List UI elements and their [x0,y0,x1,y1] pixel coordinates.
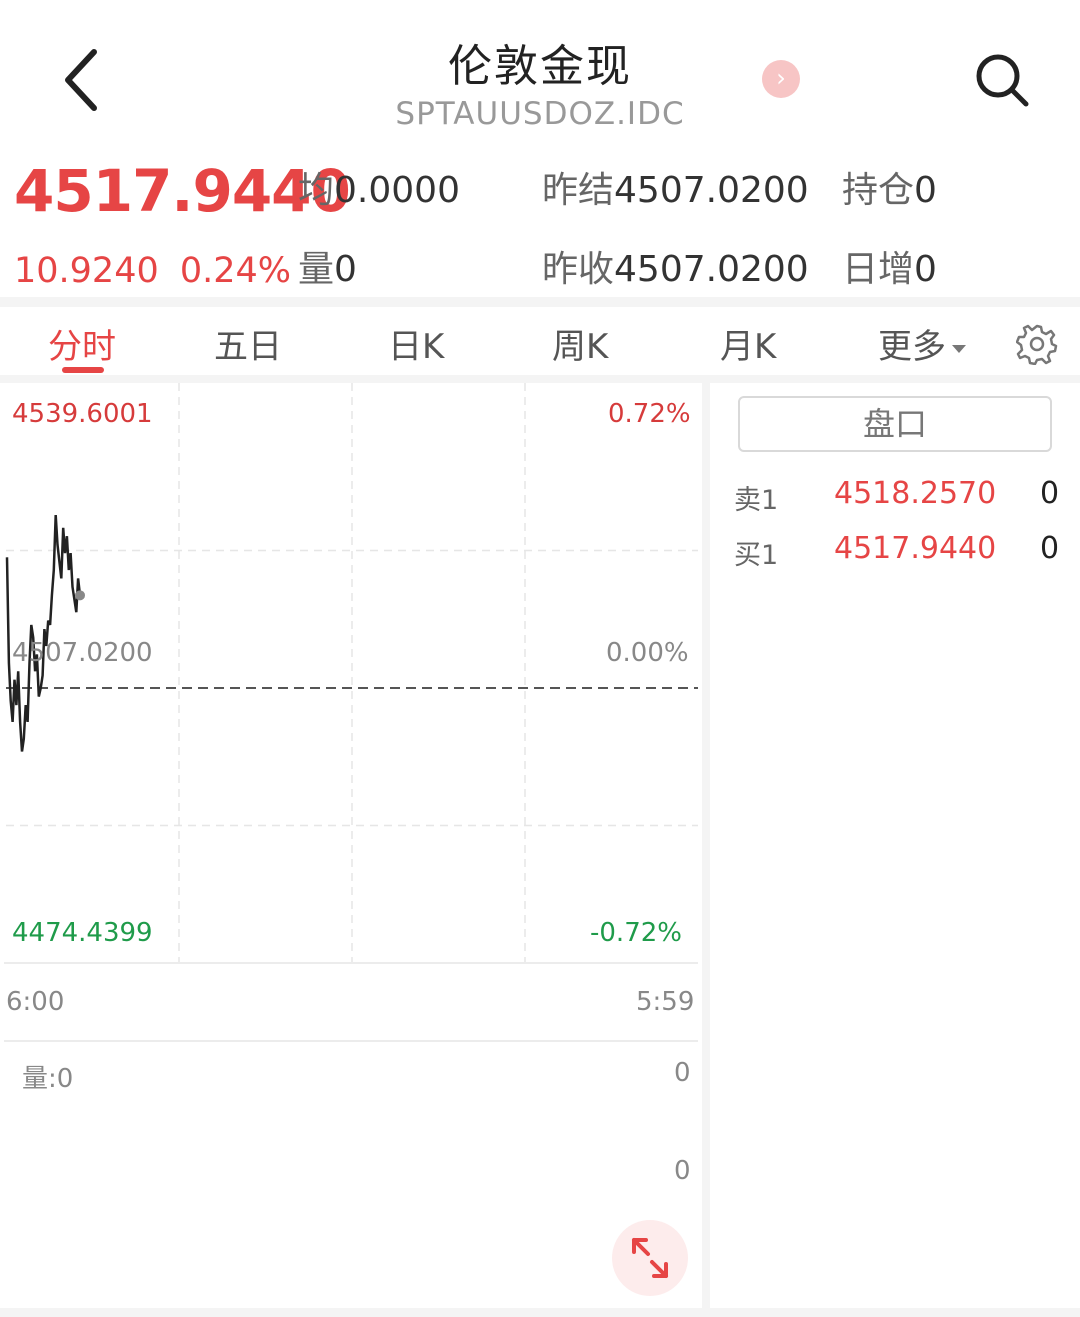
tab-daily-k[interactable]: 日K [388,319,444,368]
quote-summary: 4517.9440 10.9240 0.24% 均0.0000 量0 昨结450… [0,145,1080,297]
order-book-button[interactable]: 盘口 [738,396,1052,452]
top-nav-bar: 伦敦金现 SPTAUUSDOZ.IDC › [0,0,1080,145]
price-change: 10.9240 0.24% [14,251,291,291]
chart-settings-button[interactable] [1015,323,1058,366]
bid-1-price: 4517.9440 [834,531,997,566]
section-divider [0,297,1080,307]
change-value: 10.9240 [14,251,159,291]
ask-1-volume: 0 [1040,476,1060,511]
y-axis-top-price: 4539.6001 [12,399,153,429]
x-axis-start-time: 6:00 [6,987,65,1017]
fullscreen-button[interactable] [612,1220,688,1296]
tab-five-day[interactable]: 五日 [214,319,282,368]
prev-close: 昨收4507.0200 [542,249,809,290]
tab-monthly-k[interactable]: 月K [720,319,776,368]
tab-more-label: 更多 [878,327,946,367]
period-tabs: 分时 五日 日K 周K 月K 更多 [0,307,1080,375]
y-axis-top-pct: 0.72% [608,399,691,429]
bottom-divider [0,1308,1080,1317]
section-divider [0,375,1080,383]
volume-axis-top: 0 [674,1058,691,1088]
y-axis-mid-pct: 0.00% [606,638,689,668]
last-price-dot [75,590,85,601]
volume: 量0 [298,249,357,290]
symbol-code: SPTAUUSDOZ.IDC [395,96,685,132]
search-icon [976,54,1029,107]
caret-down-icon [952,344,966,353]
tab-intraday[interactable]: 分时 [48,319,116,368]
avg-price: 均0.0000 [298,170,460,211]
tab-more[interactable]: 更多 [878,319,966,368]
tab-weekly-k[interactable]: 周K [552,319,608,368]
active-tab-indicator [62,367,104,373]
expand-icon [632,1238,668,1278]
intraday-chart[interactable] [0,383,702,1308]
daily-increase: 日增0 [842,249,937,290]
chevron-right-icon: › [776,64,786,92]
order-book-panel [710,383,1080,1308]
volume-axis-bottom: 0 [674,1156,691,1186]
y-axis-bottom-pct: -0.72% [590,918,682,948]
page-title: 伦敦金现 [448,41,632,92]
search-button[interactable] [972,50,1032,110]
open-interest: 持仓0 [842,170,937,211]
bid-1-volume: 0 [1040,531,1060,566]
x-axis-end-time: 5:59 [636,987,695,1017]
ask-1-label: 卖1 [734,485,779,516]
prev-settle: 昨结4507.0200 [542,170,809,211]
volume-label: 量:0 [22,1064,74,1094]
change-percent: 0.24% [179,251,292,291]
ask-1-price: 4518.2570 [834,476,997,511]
next-symbol-button[interactable]: › [762,60,800,98]
y-axis-mid-price: 4507.0200 [12,638,153,668]
panel-divider [702,383,710,1308]
y-axis-bottom-price: 4474.4399 [12,918,153,948]
gear-icon [1015,324,1058,366]
bid-1-label: 买1 [734,540,779,571]
